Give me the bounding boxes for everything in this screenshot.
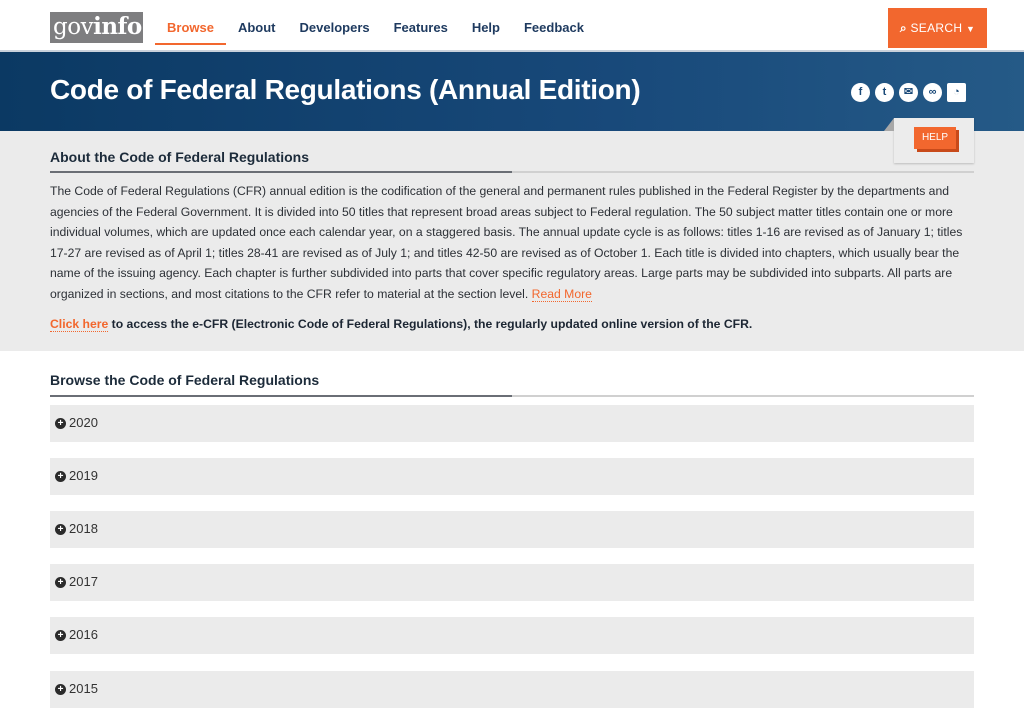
year-row-2017[interactable]: + 2017 [50,564,974,601]
about-description: The Code of Federal Regulations (CFR) an… [50,181,976,305]
year-label: 2018 [69,521,98,536]
ecfr-click-here-link[interactable]: Click here [50,317,109,332]
facebook-icon[interactable]: f [851,83,870,102]
year-label: 2020 [69,415,98,430]
rss-icon[interactable]: ◔ [947,83,966,102]
year-label: 2016 [69,627,98,642]
year-row-2020[interactable]: + 2020 [50,405,974,442]
ecfr-notice: Click here to access the e-CFR (Electron… [50,317,753,332]
nav-developers[interactable]: Developers [288,0,382,50]
section-divider [50,171,974,173]
nav-feedback[interactable]: Feedback [512,0,596,50]
top-navigation: govinfo Browse About Developers Features… [0,0,1024,52]
twitter-icon[interactable]: t [875,83,894,102]
govinfo-logo[interactable]: govinfo [50,12,143,43]
page-banner: Code of Federal Regulations (Annual Edit… [0,52,1024,131]
share-icons: f t ✉ ∞ ◔ [851,83,966,102]
expand-plus-icon: + [55,418,66,429]
nav-about[interactable]: About [226,0,288,50]
logo-text-light: gov [53,14,94,40]
about-title: About the Code of Federal Regulations [50,149,310,165]
nav-help[interactable]: Help [460,0,512,50]
year-label: 2019 [69,468,98,483]
read-more-link[interactable]: Read More [531,286,592,302]
year-row-2019[interactable]: + 2019 [50,458,974,495]
year-row-2016[interactable]: + 2016 [50,617,974,654]
help-tab: HELP [884,118,974,163]
main-nav: Browse About Developers Features Help Fe… [155,0,596,50]
help-button[interactable]: HELP [914,127,956,149]
search-button[interactable]: ⌕ SEARCH ▼ [888,8,987,48]
expand-plus-icon: + [55,577,66,588]
link-icon[interactable]: ∞ [923,83,942,102]
logo-text-bold: info [93,13,142,40]
ecfr-text: to access the e-CFR (Electronic Code of … [108,317,753,331]
search-icon: ⌕ [899,21,907,35]
year-label: 2017 [69,574,98,589]
email-icon[interactable]: ✉ [899,83,918,102]
expand-plus-icon: + [55,524,66,535]
nav-features[interactable]: Features [382,0,460,50]
page-title: Code of Federal Regulations (Annual Edit… [50,74,641,105]
about-body: The Code of Federal Regulations (CFR) an… [50,184,963,301]
browse-title: Browse the Code of Federal Regulations [50,372,320,388]
nav-browse[interactable]: Browse [155,0,226,50]
year-row-2015[interactable]: + 2015 [50,671,974,708]
browse-divider [50,395,974,397]
year-row-2018[interactable]: + 2018 [50,511,974,548]
about-section: HELP About the Code of Federal Regulatio… [0,118,1024,351]
search-label: SEARCH [910,21,963,35]
expand-plus-icon: + [55,471,66,482]
expand-plus-icon: + [55,630,66,641]
expand-plus-icon: + [55,684,66,695]
year-label: 2015 [69,681,98,696]
caret-down-icon: ▼ [965,24,976,34]
